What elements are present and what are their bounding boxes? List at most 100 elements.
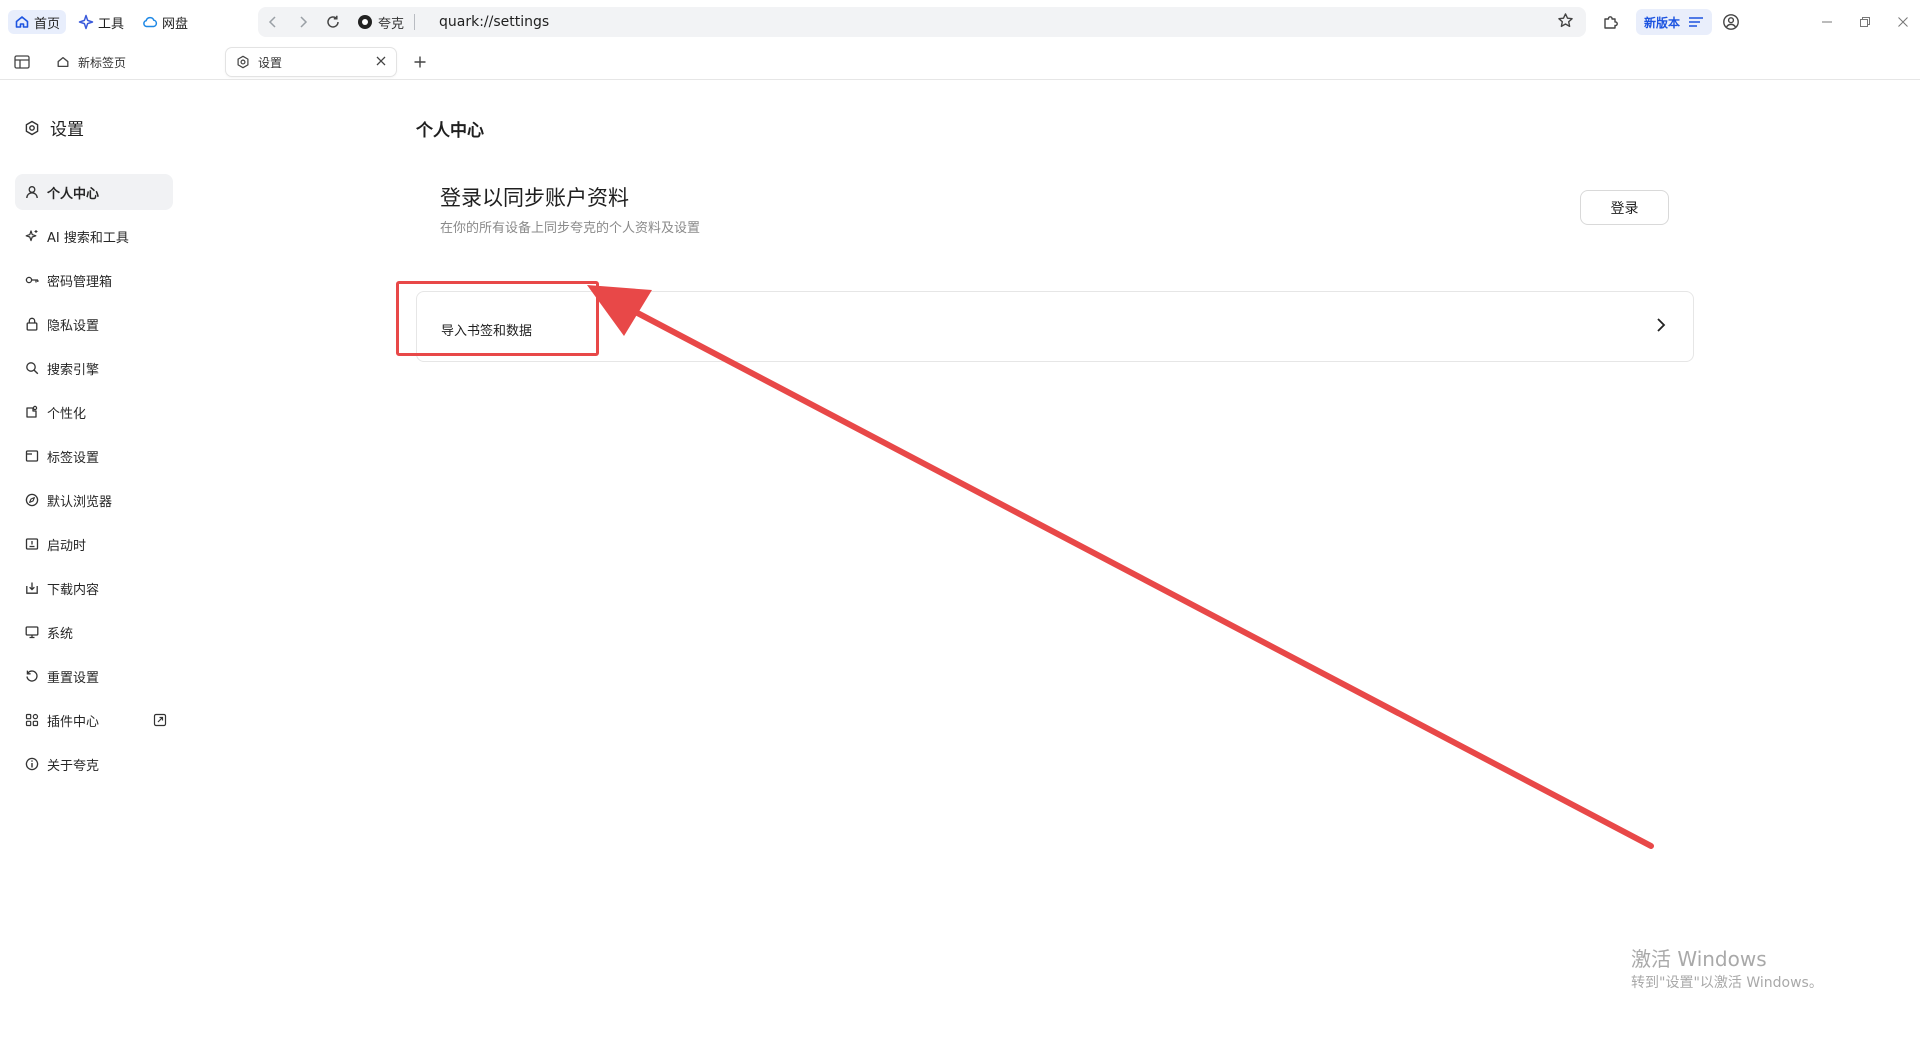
reload-icon xyxy=(327,15,339,28)
login-title: 登录以同步账户资料 xyxy=(440,186,629,210)
sidebar-item-downloads[interactable]: 下载内容 xyxy=(15,570,173,606)
palette-icon xyxy=(26,405,38,418)
sidebar-item-ai-search[interactable]: AI 搜索和工具 xyxy=(15,218,173,254)
compass-icon xyxy=(25,493,39,507)
sidebar-item-label: AI 搜索和工具 xyxy=(47,230,129,246)
site-label: 夸克 xyxy=(378,16,405,32)
address-bar[interactable]: 夸克 quark://settings xyxy=(258,7,1586,37)
settings-sidebar: 设置 个人中心 AI 搜索和工具 密码管理箱 隐私设置 搜索引擎 个性化 标签设… xyxy=(0,80,190,1040)
sidebar-item-label: 重置设置 xyxy=(47,670,100,686)
key-icon xyxy=(25,276,39,284)
home-icon xyxy=(57,56,69,68)
login-button[interactable]: 登录 xyxy=(1580,190,1669,225)
sidebar-item-label: 个人中心 xyxy=(47,186,100,202)
page-title: 个人中心 xyxy=(416,121,484,141)
quick-nav-home-label: 首页 xyxy=(34,16,61,32)
sidebar-item-plugin-center[interactable]: 插件中心 xyxy=(15,702,173,738)
quick-nav-cloud-disk[interactable]: 网盘 xyxy=(136,10,194,34)
sparkle-icon xyxy=(25,230,38,242)
sidebar-item-label: 搜索引擎 xyxy=(47,362,100,378)
chevron-right-icon xyxy=(1655,317,1667,337)
url-text[interactable]: quark://settings xyxy=(439,14,549,30)
sparkle-icon xyxy=(78,14,94,30)
restore-icon xyxy=(1860,17,1870,27)
settings-heading: 设置 xyxy=(24,115,84,140)
star-icon xyxy=(1558,13,1573,28)
info-icon xyxy=(25,757,39,771)
home-icon xyxy=(15,16,29,28)
chevron-right-icon xyxy=(300,16,308,28)
account-circle-icon xyxy=(1723,14,1739,30)
sidebar-item-label: 隐私设置 xyxy=(47,318,100,334)
window-minimize-button[interactable] xyxy=(1812,10,1842,34)
plus-icon xyxy=(414,56,426,68)
tab-sidebar-toggle[interactable] xyxy=(12,52,32,72)
import-bookmarks-row[interactable]: 导入书签和数据 xyxy=(416,291,1694,362)
external-link-icon xyxy=(153,713,167,727)
startup-icon xyxy=(25,538,39,550)
sidebar-item-search-engine[interactable]: 搜索引擎 xyxy=(15,350,173,386)
sidebar-item-label: 个性化 xyxy=(47,406,87,422)
cloud-icon xyxy=(143,16,158,28)
menu-lines-icon xyxy=(1689,17,1704,27)
sidebar-item-personal-center[interactable]: 个人中心 xyxy=(15,174,173,210)
close-icon xyxy=(1898,17,1908,27)
quick-nav-cloud-disk-label: 网盘 xyxy=(162,16,189,32)
tab-close-button[interactable] xyxy=(376,54,386,70)
annotation-arrow xyxy=(587,285,1654,849)
sidebar-item-about[interactable]: 关于夸克 xyxy=(15,746,173,782)
sidebar-item-password-manager[interactable]: 密码管理箱 xyxy=(15,262,173,298)
sidebar-item-label: 系统 xyxy=(47,626,74,642)
back-button[interactable] xyxy=(258,7,288,37)
account-button[interactable] xyxy=(1719,10,1743,34)
windows-activation-watermark-title: 激活 Windows xyxy=(1631,947,1767,971)
sidebar-item-personalization[interactable]: 个性化 xyxy=(15,394,173,430)
login-subtitle: 在你的所有设备上同步夸克的个人资料及设置 xyxy=(440,221,701,236)
chevron-left-icon xyxy=(268,16,276,28)
site-identity-chip[interactable]: 夸克 xyxy=(358,14,416,32)
quick-nav-home[interactable]: 首页 xyxy=(8,10,67,34)
sidebar-item-system[interactable]: 系统 xyxy=(15,614,173,650)
gear-icon xyxy=(237,55,249,69)
windows-activation-watermark-subtitle: 转到"设置"以激活 Windows。 xyxy=(1631,975,1823,991)
window-close-button[interactable] xyxy=(1888,10,1918,34)
sidebar-item-privacy[interactable]: 隐私设置 xyxy=(15,306,173,342)
sidebar-item-default-browser[interactable]: 默认浏览器 xyxy=(15,482,173,518)
settings-heading-label: 设置 xyxy=(50,120,84,140)
new-tab-button[interactable] xyxy=(410,52,430,72)
forward-button[interactable] xyxy=(288,7,318,37)
reload-button[interactable] xyxy=(318,7,348,37)
sidebar-item-tab-settings[interactable]: 标签设置 xyxy=(15,438,173,474)
window-restore-button[interactable] xyxy=(1850,10,1880,34)
lock-icon xyxy=(26,317,38,331)
download-icon xyxy=(26,582,38,594)
sidebar-item-on-startup[interactable]: 启动时 xyxy=(15,526,173,562)
bookmark-star-button[interactable] xyxy=(1557,12,1574,34)
sidebar-panel-icon xyxy=(14,55,30,69)
browser-toolbar: 首页 工具 网盘 夸克 quark://settings 新版本 xyxy=(0,0,1920,44)
minimize-icon xyxy=(1822,21,1832,23)
search-icon xyxy=(26,362,39,375)
sidebar-item-reset[interactable]: 重置设置 xyxy=(15,658,173,694)
quick-nav-tools-label: 工具 xyxy=(98,16,125,32)
gear-icon xyxy=(25,120,39,135)
tab-settings[interactable]: 设置 xyxy=(226,48,396,76)
close-icon xyxy=(376,56,386,66)
puzzle-icon xyxy=(1604,16,1618,29)
tab-icon xyxy=(25,450,39,462)
puzzle-grid-icon xyxy=(25,713,39,727)
annotation-highlight-box xyxy=(396,281,599,356)
monitor-icon xyxy=(25,626,39,639)
sidebar-item-label: 启动时 xyxy=(47,538,87,554)
new-version-button[interactable]: 新版本 xyxy=(1636,9,1713,35)
tab-new-tab[interactable]: 新标签页 xyxy=(46,48,226,76)
sidebar-item-label: 关于夸克 xyxy=(47,758,100,774)
quick-nav-tools[interactable]: 工具 xyxy=(72,10,130,34)
sidebar-item-label: 密码管理箱 xyxy=(47,274,113,290)
quark-logo-icon xyxy=(358,15,372,29)
sidebar-item-label: 默认浏览器 xyxy=(47,494,113,510)
sidebar-item-label: 下载内容 xyxy=(47,582,100,598)
extensions-button[interactable] xyxy=(1599,10,1623,34)
tab-new-tab-label: 新标签页 xyxy=(78,55,127,70)
reset-icon xyxy=(26,670,38,682)
